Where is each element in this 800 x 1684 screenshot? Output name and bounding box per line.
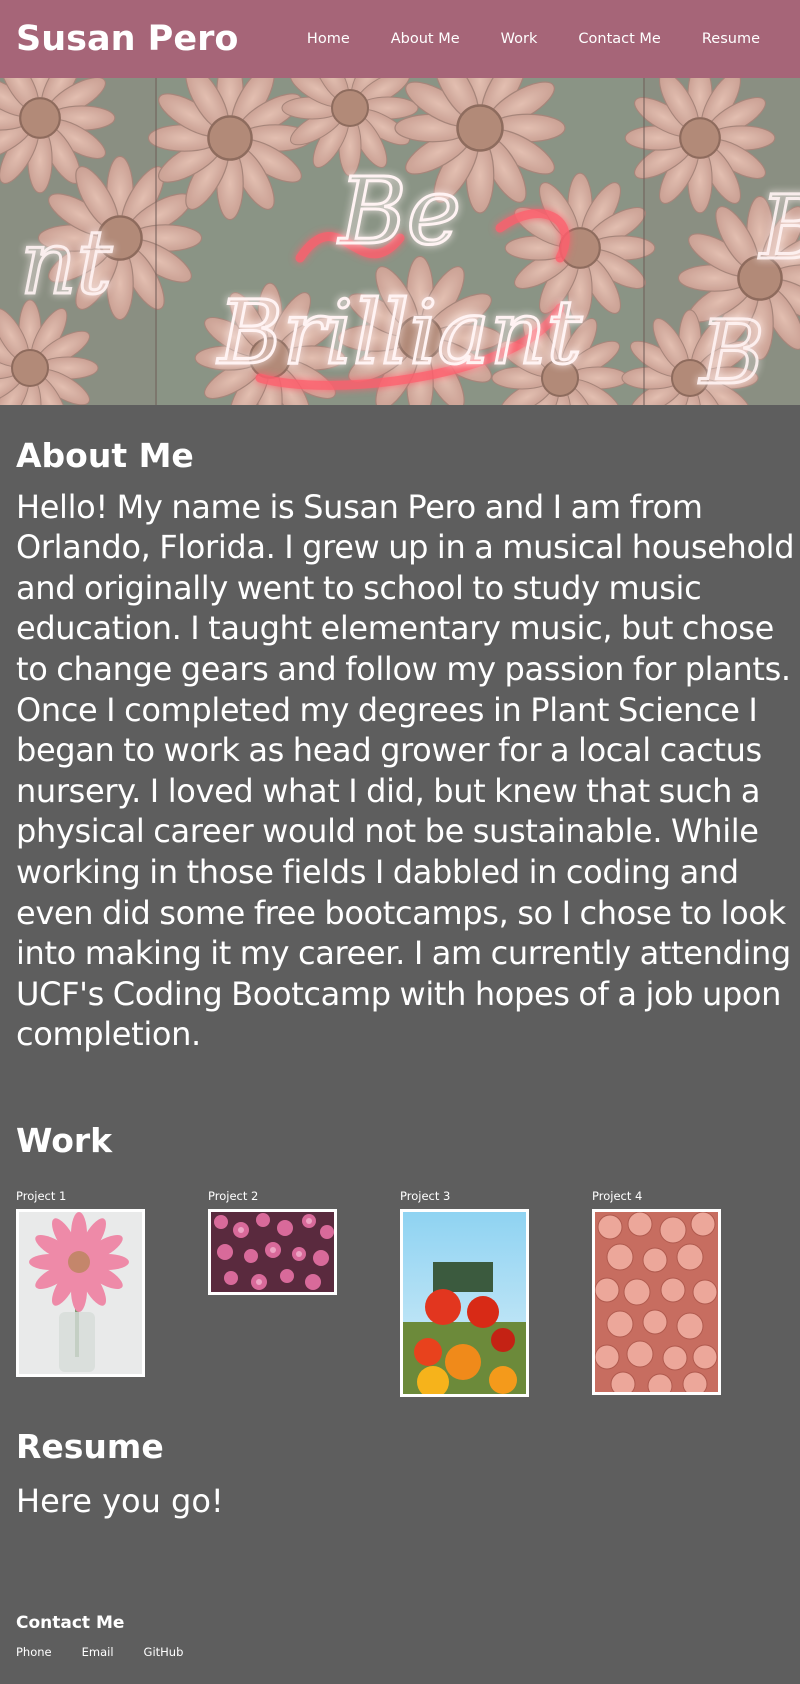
nav-link-contact-me[interactable]: Contact Me [578, 31, 660, 47]
hero-image: Be Brilliant nt B B [0, 78, 800, 405]
pink-flower-cluster-image [211, 1212, 334, 1292]
project-2-image[interactable] [208, 1209, 337, 1295]
project-label: Project 4 [592, 1189, 643, 1203]
about-heading: About Me [16, 436, 194, 475]
project-card-4: Project 4 [592, 1189, 721, 1395]
project-3-image[interactable] [400, 1209, 529, 1397]
svg-text:B: B [758, 176, 800, 279]
about-text: Hello! My name is Susan Pero and I am fr… [16, 487, 795, 1054]
svg-text:nt: nt [20, 211, 113, 314]
project-1-image[interactable] [16, 1209, 145, 1377]
footer-heading: Contact Me [16, 1613, 125, 1633]
pink-gerbera-image [19, 1212, 142, 1374]
work-heading: Work [16, 1121, 113, 1160]
red-poppies-image [403, 1212, 526, 1394]
footer-link-email[interactable]: Email [82, 1645, 114, 1659]
project-card-3: Project 3 [400, 1189, 529, 1397]
footer-link-phone[interactable]: Phone [16, 1645, 52, 1659]
svg-text:Brilliant: Brilliant [216, 281, 582, 384]
project-card-2: Project 2 [208, 1189, 337, 1295]
site-title: Susan Pero [16, 19, 239, 59]
nav-link-home[interactable]: Home [307, 31, 350, 47]
peach-chrysanthemums-image [595, 1212, 718, 1392]
project-label: Project 1 [16, 1189, 67, 1203]
project-label: Project 3 [400, 1189, 451, 1203]
project-4-image[interactable] [592, 1209, 721, 1395]
main-content: About Me Hello! My name is Susan Pero an… [16, 405, 795, 1520]
svg-text:B: B [698, 301, 765, 404]
main-nav: Home About Me Work Contact Me Resume [266, 31, 760, 47]
site-footer: Contact Me Phone Email GitHub [16, 1613, 213, 1659]
site-header: Susan Pero Home About Me Work Contact Me… [0, 0, 800, 78]
projects-grid: Project 1 Project 2 Project 3 Project 4 [16, 1189, 796, 1409]
footer-link-github[interactable]: GitHub [144, 1645, 184, 1659]
nav-link-work[interactable]: Work [501, 31, 538, 47]
project-card-1: Project 1 [16, 1189, 145, 1377]
nav-link-resume[interactable]: Resume [702, 31, 760, 47]
svg-text:Be: Be [337, 158, 461, 265]
resume-heading: Resume [16, 1427, 164, 1466]
project-label: Project 2 [208, 1189, 259, 1203]
footer-links: Phone Email GitHub [16, 1645, 213, 1659]
resume-text: Here you go! [16, 1482, 224, 1520]
nav-link-about-me[interactable]: About Me [391, 31, 460, 47]
hero-neon-sign-graphic: Be Brilliant nt B B [0, 78, 800, 405]
